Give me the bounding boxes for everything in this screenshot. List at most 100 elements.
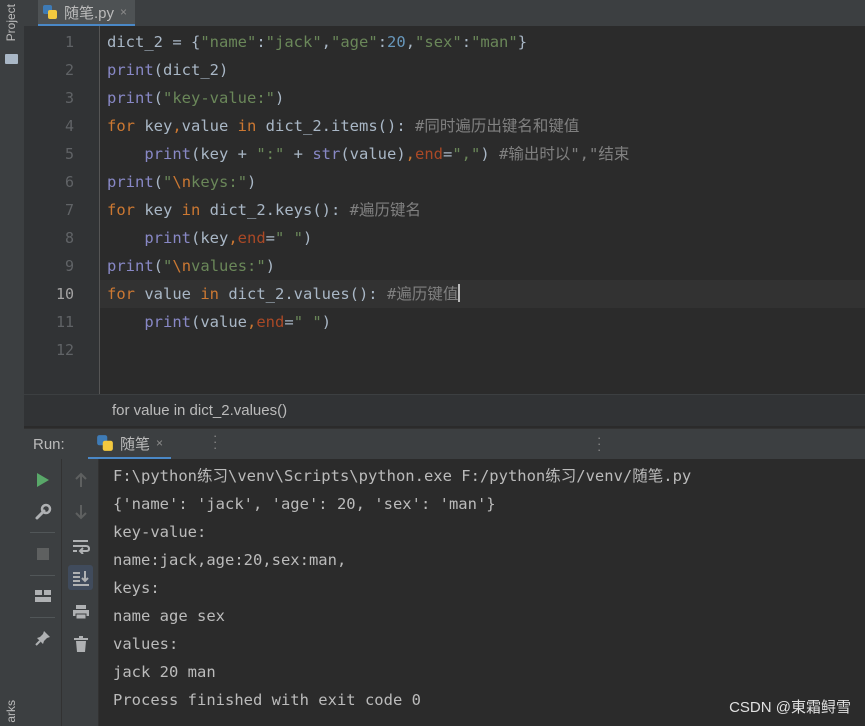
code-token: dict_2.keys(): bbox=[200, 201, 350, 219]
code-line[interactable]: print("key-value:") bbox=[107, 84, 284, 112]
run-label: Run: bbox=[33, 436, 65, 453]
code-token: print bbox=[107, 61, 154, 79]
code-token: key bbox=[135, 201, 182, 219]
code-token: in bbox=[181, 201, 201, 219]
code-token: ) bbox=[321, 313, 332, 331]
code-token: ) bbox=[247, 173, 257, 191]
run-tab[interactable]: 随笔 × bbox=[88, 429, 172, 460]
code-token: , bbox=[405, 145, 415, 163]
code-token: print bbox=[144, 229, 191, 247]
code-token: " bbox=[163, 173, 173, 191]
code-token: keys:" bbox=[191, 173, 248, 191]
pin-icon[interactable] bbox=[30, 625, 55, 650]
editor-tab[interactable]: 随笔.py × bbox=[38, 0, 136, 27]
run-toolbar-secondary bbox=[62, 459, 99, 726]
code-token: value bbox=[135, 285, 201, 303]
code-token: " bbox=[163, 257, 173, 275]
code-editor[interactable]: dict_2 = {"name":"jack","age":20,"sex":"… bbox=[100, 26, 865, 394]
project-tool-label[interactable]: Project bbox=[4, 4, 18, 41]
print-icon[interactable] bbox=[68, 599, 93, 624]
code-token: = bbox=[284, 313, 294, 331]
code-token: , bbox=[405, 33, 416, 51]
code-token: = bbox=[443, 145, 453, 163]
code-token: "age" bbox=[331, 33, 378, 51]
drag-handle-icon[interactable]: · · · bbox=[213, 429, 217, 454]
console-output[interactable]: F:\python练习\venv\Scripts\python.exe F:/p… bbox=[99, 459, 865, 726]
scroll-to-end-icon[interactable] bbox=[68, 565, 93, 590]
close-icon[interactable]: × bbox=[156, 436, 163, 450]
code-token: " " bbox=[275, 229, 304, 247]
run-toolbar-primary bbox=[24, 459, 62, 726]
console-line: {'name': 'jack', 'age': 20, 'sex': 'man'… bbox=[113, 495, 496, 513]
code-token: print bbox=[107, 89, 154, 107]
folder-icon[interactable] bbox=[5, 54, 18, 64]
close-icon[interactable]: × bbox=[120, 5, 127, 19]
console-line: Process finished with exit code 0 bbox=[113, 691, 421, 709]
code-line[interactable]: for key,value in dict_2.items(): #同时遍历出键… bbox=[107, 112, 579, 140]
editor-tab-bar: 随笔.py × bbox=[24, 0, 865, 27]
code-token: values:" bbox=[191, 257, 266, 275]
code-token: , bbox=[228, 229, 238, 247]
code-token: in bbox=[237, 117, 257, 135]
line-number: 12 bbox=[55, 341, 74, 359]
code-token: " " bbox=[293, 313, 322, 331]
code-line[interactable]: print(dict_2) bbox=[107, 56, 228, 84]
code-token: ( bbox=[153, 173, 164, 191]
arrow-down-icon[interactable] bbox=[68, 499, 93, 524]
breadcrumb-text[interactable]: for value in dict_2.values() bbox=[112, 402, 287, 419]
more-options-icon[interactable]: · · · bbox=[597, 431, 601, 456]
code-line[interactable]: dict_2 = {"name":"jack","age":20,"sex":"… bbox=[107, 28, 527, 56]
code-token: ( bbox=[153, 257, 164, 275]
run-icon[interactable] bbox=[30, 467, 55, 492]
code-line[interactable]: for value in dict_2.values(): #遍历键值 bbox=[107, 280, 461, 308]
run-tab-label: 随笔 bbox=[120, 435, 151, 453]
code-token: for bbox=[107, 117, 135, 135]
console-line: keys: bbox=[113, 579, 160, 597]
code-token: (key bbox=[191, 229, 229, 247]
code-token: key bbox=[135, 117, 173, 135]
code-line[interactable]: print(value,end=" ") bbox=[107, 308, 331, 336]
code-token: ) bbox=[480, 145, 500, 163]
bookmarks-tool-label[interactable]: arks bbox=[4, 700, 18, 723]
line-number: 6 bbox=[64, 173, 74, 191]
line-number: 3 bbox=[64, 89, 74, 107]
code-token: (value) bbox=[340, 145, 406, 163]
line-number: 5 bbox=[64, 145, 74, 163]
console-line: name age sex bbox=[113, 607, 225, 625]
layout-icon[interactable] bbox=[30, 583, 55, 608]
stop-icon[interactable] bbox=[30, 541, 55, 566]
code-token: value bbox=[181, 117, 238, 135]
code-token: end bbox=[256, 313, 285, 331]
code-token: print bbox=[144, 145, 191, 163]
line-number: 11 bbox=[55, 313, 74, 331]
code-token: : bbox=[256, 33, 266, 51]
line-number: 2 bbox=[64, 61, 74, 79]
code-token: dict_2.values(): bbox=[219, 285, 387, 303]
code-token: "man" bbox=[471, 33, 518, 51]
code-token: } bbox=[517, 33, 528, 51]
code-token: 20 bbox=[387, 33, 406, 51]
code-line[interactable]: print(key + ":" + str(value),end=",") #输… bbox=[107, 140, 629, 168]
code-token: (value bbox=[191, 313, 247, 331]
code-token: #输出时以","结束 bbox=[499, 145, 630, 163]
code-token: ) bbox=[275, 89, 285, 107]
code-token: "," bbox=[452, 145, 481, 163]
code-line[interactable]: print(key,end=" ") bbox=[107, 224, 312, 252]
line-number: 1 bbox=[64, 33, 74, 51]
soft-wrap-icon[interactable] bbox=[68, 533, 93, 558]
code-token: in bbox=[200, 285, 219, 303]
wrench-icon[interactable] bbox=[30, 499, 55, 524]
code-token: ) bbox=[265, 257, 276, 275]
code-token: , bbox=[247, 313, 257, 331]
code-token: ) bbox=[303, 229, 313, 247]
code-token: str bbox=[312, 145, 341, 163]
arrow-up-icon[interactable] bbox=[68, 467, 93, 492]
python-icon bbox=[97, 435, 113, 451]
code-token: dict_2 = { bbox=[107, 33, 201, 51]
code-line[interactable]: print("\nvalues:") bbox=[107, 252, 275, 280]
code-line[interactable]: print("\nkeys:") bbox=[107, 168, 256, 196]
code-line[interactable]: for key in dict_2.keys(): #遍历键名 bbox=[107, 196, 421, 224]
left-tool-strip: Project arks bbox=[0, 0, 25, 726]
console-line: F:\python练习\venv\Scripts\python.exe F:/p… bbox=[113, 467, 692, 485]
trash-icon[interactable] bbox=[68, 631, 93, 656]
